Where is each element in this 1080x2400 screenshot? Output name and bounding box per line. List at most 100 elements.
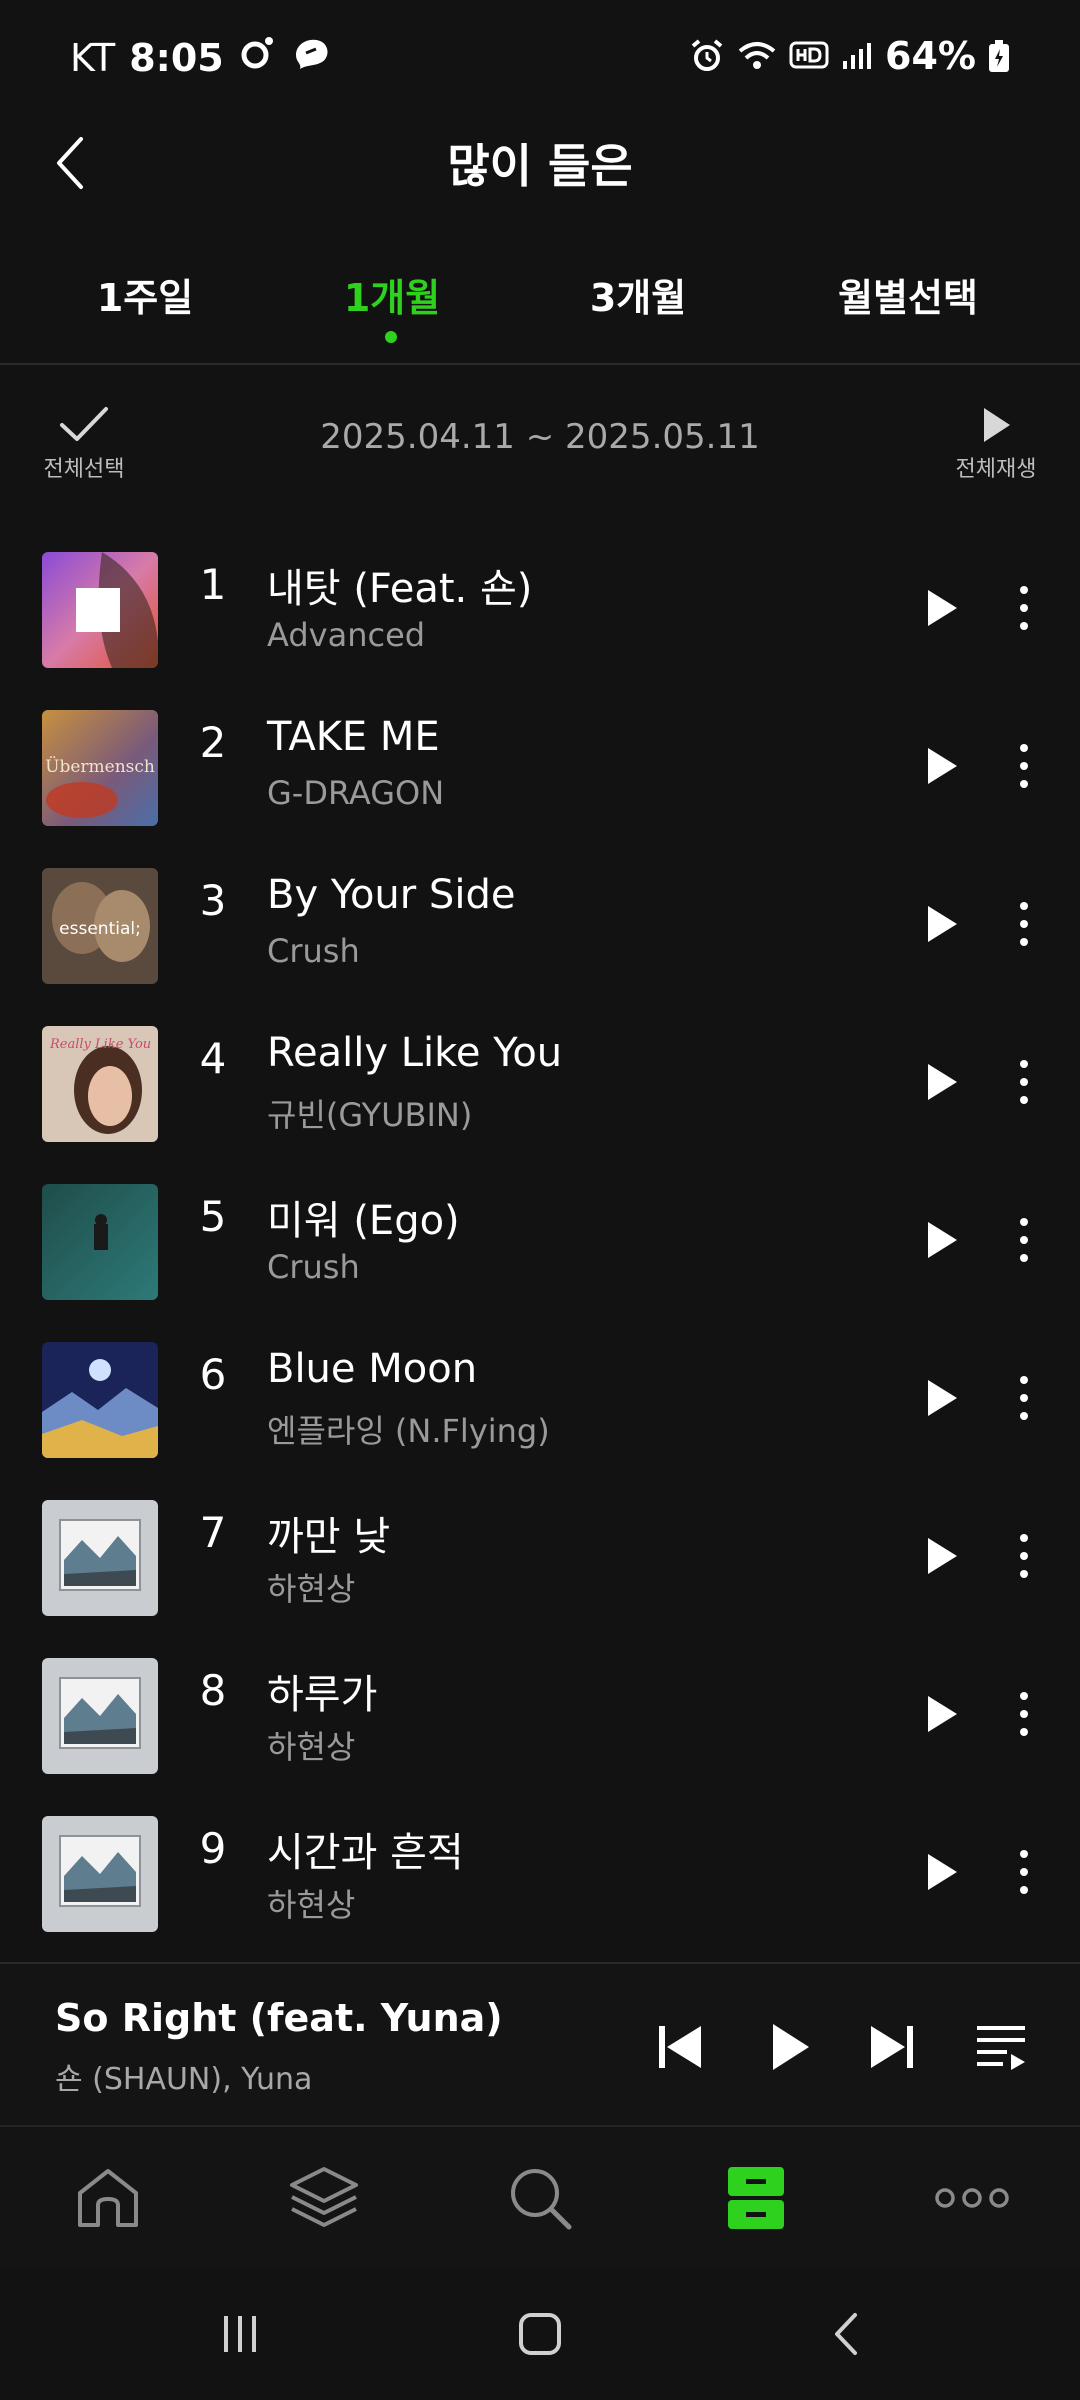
system-navigation-bar	[0, 2268, 1080, 2400]
nav-search[interactable]	[500, 2158, 580, 2238]
previous-button[interactable]	[645, 2012, 715, 2082]
track-row[interactable]: 7 까만 낮 하현상	[0, 1484, 1080, 1642]
mini-player[interactable]: So Right (feat. Yuna) 숀 (SHAUN), Yuna	[0, 1962, 1080, 2127]
track-list: 1 내탓 (Feat. 숀) Advanced Übermensch 2 TAK…	[0, 520, 1080, 1960]
track-more-button[interactable]	[1000, 1524, 1048, 1588]
track-rank: 2	[199, 718, 227, 767]
track-artist: Crush	[267, 1248, 360, 1286]
track-row[interactable]: essential; 3 By Your Side Crush	[0, 852, 1080, 1010]
track-title: TAKE ME	[267, 714, 440, 760]
play-icon	[928, 1064, 957, 1100]
track-more-button[interactable]	[1000, 1208, 1048, 1272]
playlist-button[interactable]	[966, 2012, 1036, 2082]
track-artist: Advanced	[267, 616, 426, 654]
album-cover	[42, 1184, 158, 1300]
tab-1-week[interactable]: 1주일	[60, 267, 230, 322]
play-icon	[773, 2024, 809, 2070]
track-play-button[interactable]	[910, 576, 974, 640]
album-cover	[42, 552, 158, 668]
play-icon	[984, 408, 1010, 442]
tab-3-months[interactable]: 3개월	[553, 267, 723, 322]
play-button[interactable]	[755, 2012, 825, 2082]
track-play-button[interactable]	[910, 1524, 974, 1588]
track-title: By Your Side	[267, 872, 516, 918]
play-all-button[interactable]: 전체재생	[950, 405, 1042, 483]
track-title: 까만 낮	[267, 1514, 391, 1560]
track-play-button[interactable]	[910, 734, 974, 798]
track-rank: 5	[199, 1192, 227, 1241]
next-button[interactable]	[857, 2012, 927, 2082]
tab-1-month[interactable]: 1개월	[307, 267, 477, 322]
play-icon	[928, 1854, 957, 1890]
track-more-button[interactable]	[1000, 1840, 1048, 1904]
recent-apps-button[interactable]	[210, 2304, 270, 2364]
nav-library-stack[interactable]	[284, 2158, 364, 2238]
track-play-button[interactable]	[910, 1208, 974, 1272]
nav-home[interactable]	[68, 2158, 148, 2238]
album-cover: Really Like You	[42, 1026, 158, 1142]
play-icon	[928, 1538, 957, 1574]
track-play-button[interactable]	[910, 1840, 974, 1904]
track-play-button[interactable]	[910, 1366, 974, 1430]
track-row[interactable]: 9 시간과 흔적 하현상	[0, 1800, 1080, 1958]
track-row[interactable]: 1 내탓 (Feat. 숀) Advanced	[0, 536, 1080, 694]
track-row[interactable]: 5 미워 (Ego) Crush	[0, 1168, 1080, 1326]
home-square-icon	[519, 2313, 561, 2355]
hd-voice-icon	[789, 41, 829, 71]
album-cover	[42, 1500, 158, 1616]
skip-previous-icon	[659, 2026, 701, 2068]
back-system-button[interactable]	[816, 2304, 876, 2364]
tab-monthly-select[interactable]: 월별선택	[808, 267, 1008, 322]
layers-icon	[290, 2167, 358, 2227]
track-more-button[interactable]	[1000, 1682, 1048, 1746]
play-icon	[928, 590, 957, 626]
track-more-button[interactable]	[1000, 892, 1048, 956]
track-more-button[interactable]	[1000, 734, 1048, 798]
signal-icon	[841, 41, 873, 71]
home-icon	[78, 2169, 138, 2227]
back-chevron-icon	[835, 2313, 857, 2355]
track-row[interactable]: 6 Blue Moon 엔플라잉 (N.Flying)	[0, 1326, 1080, 1484]
skip-next-icon	[871, 2026, 913, 2068]
playlist-icon	[977, 2026, 1025, 2070]
track-row[interactable]: Übermensch 2 TAKE ME G-DRAGON	[0, 694, 1080, 852]
home-system-button[interactable]	[510, 2304, 570, 2364]
now-playing-title: So Right (feat. Yuna)	[55, 1996, 503, 2040]
chat-notification-icon	[290, 35, 332, 80]
cover-text: essential;	[59, 919, 141, 939]
track-title: 하루가	[267, 1672, 378, 1718]
track-artist: G-DRAGON	[267, 774, 445, 812]
nav-storage[interactable]	[716, 2158, 796, 2238]
app-notification-icon	[238, 34, 276, 81]
track-rank: 9	[199, 1824, 227, 1873]
album-cover	[42, 1342, 158, 1458]
track-artist: 하현상	[267, 1886, 356, 1924]
list-toolbar: 전체선택 2025.04.11 ~ 2025.05.11 전체재생	[0, 395, 1080, 495]
track-artist: 하현상	[267, 1570, 356, 1608]
track-more-button[interactable]	[1000, 1050, 1048, 1114]
nav-more[interactable]	[932, 2158, 1012, 2238]
track-row[interactable]: Really Like You 4 Really Like You 규빈(GYU…	[0, 1010, 1080, 1168]
battery-percent: 64%	[885, 34, 976, 78]
track-title: 내탓 (Feat. 숀)	[267, 566, 533, 612]
album-cover	[42, 1816, 158, 1932]
track-play-button[interactable]	[910, 892, 974, 956]
track-rank: 7	[199, 1508, 227, 1557]
search-icon	[511, 2169, 572, 2230]
track-play-button[interactable]	[910, 1682, 974, 1746]
active-tab-indicator	[385, 331, 397, 343]
wifi-icon	[737, 39, 777, 73]
track-row[interactable]	[0, 1958, 1080, 1960]
track-title: 시간과 흔적	[267, 1830, 464, 1876]
album-cover: Übermensch	[42, 710, 158, 826]
play-icon	[928, 1222, 957, 1258]
track-more-button[interactable]	[1000, 576, 1048, 640]
drawer-icon	[728, 2167, 784, 2229]
alarm-icon	[689, 38, 725, 74]
track-play-button[interactable]	[910, 1050, 974, 1114]
track-rank: 1	[199, 560, 227, 609]
track-row[interactable]: 8 하루가 하현상	[0, 1642, 1080, 1800]
play-icon	[928, 748, 957, 784]
recent-apps-icon	[224, 2316, 256, 2352]
track-more-button[interactable]	[1000, 1366, 1048, 1430]
